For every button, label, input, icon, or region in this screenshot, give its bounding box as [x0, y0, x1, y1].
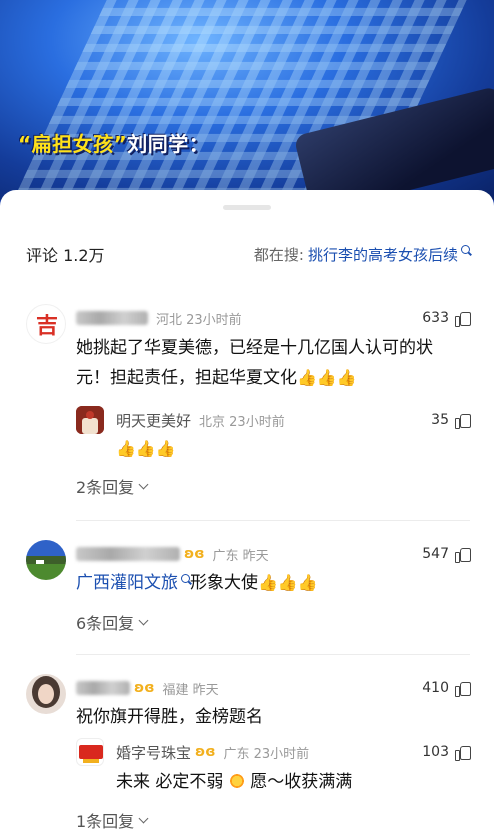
comment-author-row: ʚɞ 福建 昨天	[76, 678, 219, 698]
comment-location-time: 福建 昨天	[162, 682, 219, 698]
reply-avatar[interactable]	[76, 738, 104, 766]
reply-author-name[interactable]: 婚字号珠宝	[116, 742, 191, 763]
thumbs-up-emoji: 👍👍👍	[116, 439, 176, 458]
reply-like-count: 35	[431, 412, 449, 428]
sheet-drag-handle[interactable]	[223, 205, 271, 210]
comment-sheet: 评论 1.2万 都在搜: 挑行李的高考女孩后续 吉 河北 23小时前 633 她…	[0, 190, 494, 838]
sun-emoji-icon	[228, 773, 245, 789]
avatar[interactable]: 吉	[26, 304, 66, 344]
comment-count: 评论 1.2万	[26, 246, 105, 265]
author-name-blurred[interactable]	[76, 547, 180, 561]
reply-text-before: 未来 必定不弱	[116, 772, 224, 792]
vip-badge-icon: ʚɞ	[184, 546, 205, 562]
comment-text-line-1: 她挑起了华夏美德，已经是十几亿国人认可的状	[76, 338, 433, 358]
thumbs-up-icon	[455, 413, 471, 429]
like-count: 410	[422, 680, 449, 696]
comment-text: 祝你旗开得胜，金榜题名	[76, 707, 263, 727]
replies-label: 6条回复	[76, 614, 135, 633]
thumbs-up-icon	[455, 681, 471, 697]
reply-avatar-logo	[79, 745, 103, 763]
avatar[interactable]	[26, 674, 66, 714]
reply-like-button[interactable]: 35	[431, 410, 471, 430]
thumbs-up-icon	[455, 311, 471, 327]
reply-text: 未来 必定不弱 愿～收获满满	[116, 767, 352, 797]
replies-label: 2条回复	[76, 478, 135, 497]
expand-replies-button[interactable]: 6条回复	[76, 610, 149, 634]
mention-link[interactable]: 广西灌阳文旅	[76, 573, 178, 593]
chevron-down-icon	[138, 813, 149, 823]
chevron-down-icon	[138, 615, 149, 625]
like-button[interactable]: 410	[422, 678, 471, 698]
like-button[interactable]: 633	[422, 308, 471, 328]
author-name-blurred[interactable]	[76, 681, 130, 695]
video-caption: “扁担女孩”刘同学：	[18, 128, 209, 157]
like-count: 633	[422, 310, 449, 326]
reply-author-name[interactable]: 明天更美好	[116, 410, 191, 431]
thumbs-up-icon	[455, 745, 471, 761]
comment-author-row: 河北 23小时前	[76, 308, 242, 328]
thumbs-up-emoji: 👍👍👍	[297, 368, 357, 387]
chevron-down-icon	[138, 479, 149, 489]
svg-text:吉: 吉	[36, 313, 58, 339]
comment-header: 评论 1.2万 都在搜: 挑行李的高考女孩后续	[26, 242, 470, 266]
hot-search-keyword[interactable]: 挑行李的高考女孩后续	[308, 244, 458, 265]
avatar-landscape-image	[26, 540, 66, 580]
caption-name: 刘同学：	[127, 132, 210, 156]
comment-text: 她挑起了华夏美德，已经是十几亿国人认可的状 元！担起责任，担起华夏文化👍👍👍	[76, 333, 476, 393]
reply-text-after: 愿～收获满满	[250, 772, 353, 792]
expand-replies-button[interactable]: 2条回复	[76, 474, 149, 498]
search-icon	[461, 244, 470, 254]
avatar-portrait-image	[26, 674, 66, 714]
reply-location-time: 广东 23小时前	[223, 746, 310, 762]
video-preview[interactable]: “扁担女孩”刘同学：	[0, 0, 494, 200]
comment-text: 广西灌阳文旅 形象大使👍👍👍	[76, 568, 318, 598]
expand-replies-button[interactable]: 1条回复	[76, 808, 149, 832]
vip-badge-icon: ʚɞ	[134, 680, 155, 696]
reply-like-count: 103	[422, 744, 449, 760]
reply-avatar[interactable]	[76, 406, 104, 434]
avatar-logo-icon: 吉	[36, 313, 58, 339]
thumbs-up-emoji: 👍👍👍	[258, 573, 318, 592]
reply-avatar-image	[76, 406, 104, 434]
caption-quote: “扁担女孩”	[18, 132, 128, 156]
divider	[76, 520, 470, 521]
like-button[interactable]: 547	[422, 544, 471, 564]
reply-author-row: 明天更美好 北京 23小时前	[116, 410, 285, 430]
thumbs-up-icon	[455, 547, 471, 563]
reply-text: 👍👍👍	[116, 434, 176, 464]
divider	[76, 654, 470, 655]
comment-location-time: 广东 昨天	[212, 548, 269, 564]
hot-search[interactable]: 都在搜: 挑行李的高考女孩后续	[254, 244, 470, 265]
search-icon	[181, 574, 190, 583]
comment-author-row: ʚɞ 广东 昨天	[76, 544, 269, 564]
hot-search-prefix: 都在搜:	[253, 245, 304, 264]
comment-text-line-2: 元！担起责任，担起华夏文化	[76, 368, 297, 388]
author-name-blurred[interactable]	[76, 311, 148, 325]
replies-label: 1条回复	[76, 812, 135, 831]
avatar[interactable]	[26, 540, 66, 580]
reply-author-row: 婚字号珠宝 ʚɞ 广东 23小时前	[116, 742, 309, 762]
reply-like-button[interactable]: 103	[422, 742, 471, 762]
reply-location-time: 北京 23小时前	[199, 414, 285, 430]
like-count: 547	[422, 546, 449, 562]
comment-text-after-link: 形象大使	[190, 573, 258, 593]
comment-location-time: 河北 23小时前	[156, 312, 242, 328]
vip-badge-icon: ʚɞ	[195, 744, 216, 760]
